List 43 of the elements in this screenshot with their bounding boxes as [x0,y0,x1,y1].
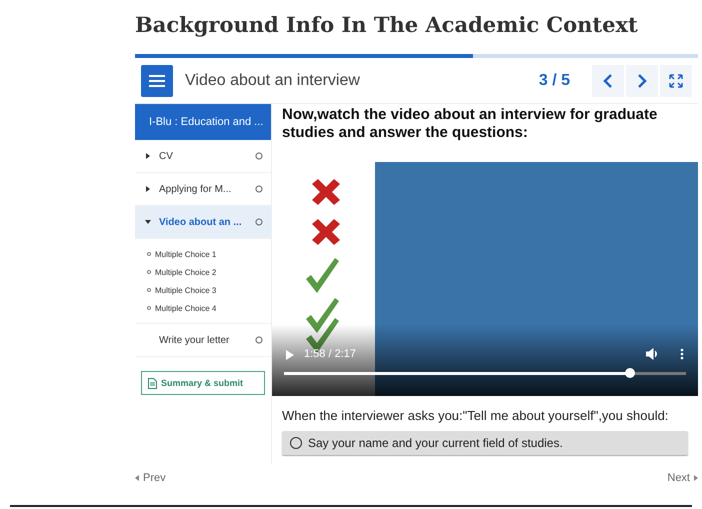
next-button[interactable] [626,64,658,96]
document-icon [148,378,157,388]
sidebar-subitem[interactable]: Multiple Choice 2 [135,263,271,281]
answer-option[interactable]: Say your name and your current field of studies. [282,431,688,455]
caret-left-icon [135,475,139,481]
radio-button[interactable] [290,437,302,449]
page-counter: 3 / 5 [538,72,570,90]
expand-icon [669,74,683,88]
caret-right-icon [145,153,151,159]
bullet-icon [147,252,151,256]
play-icon[interactable] [286,350,294,360]
caret-right-icon [694,475,698,481]
fullscreen-button[interactable] [660,64,692,96]
lesson-title: Video about an interview [185,72,361,90]
menu-button[interactable] [141,64,173,96]
status-circle-icon [255,336,263,344]
sidebar-item[interactable]: Video about an ... [135,206,271,239]
video-time: 1:58 / 2:17 [304,348,356,360]
sidebar-subitem[interactable]: Multiple Choice 3 [135,281,271,299]
chevron-left-icon [602,72,614,88]
previous-button[interactable] [592,64,624,96]
bullet-icon [147,270,151,274]
summary-submit-button[interactable]: Summary & submit [141,371,265,395]
sidebar-subitem[interactable]: Multiple Choice 4 [135,299,271,317]
status-circle-icon [255,185,263,193]
instruction-text: Now,watch the video about an interview for graduate studies and answer the questions: [282,105,658,143]
caret-down-icon [145,219,151,225]
option-label: Say your name and your current field of studies. [308,436,563,450]
more-icon[interactable] [680,348,684,360]
sidebar-subitem[interactable]: Multiple Choice 1 [135,245,271,263]
course-title: I-Blu : Education and ... [135,104,271,140]
menu-icon [149,74,165,86]
bullet-icon [147,288,151,292]
bullet-icon [147,306,151,310]
question-text: When the interviewer asks you:"Tell me about yourself",you should: [282,407,670,425]
chevron-right-icon [636,72,648,88]
status-circle-icon [255,152,263,160]
status-circle-icon [255,218,263,226]
next-link[interactable]: Next [667,472,698,484]
page-title: Background Info In The Academic Context [135,11,639,39]
prev-link[interactable]: Prev [135,472,166,484]
volume-icon[interactable] [646,348,658,360]
caret-right-icon [145,186,151,192]
